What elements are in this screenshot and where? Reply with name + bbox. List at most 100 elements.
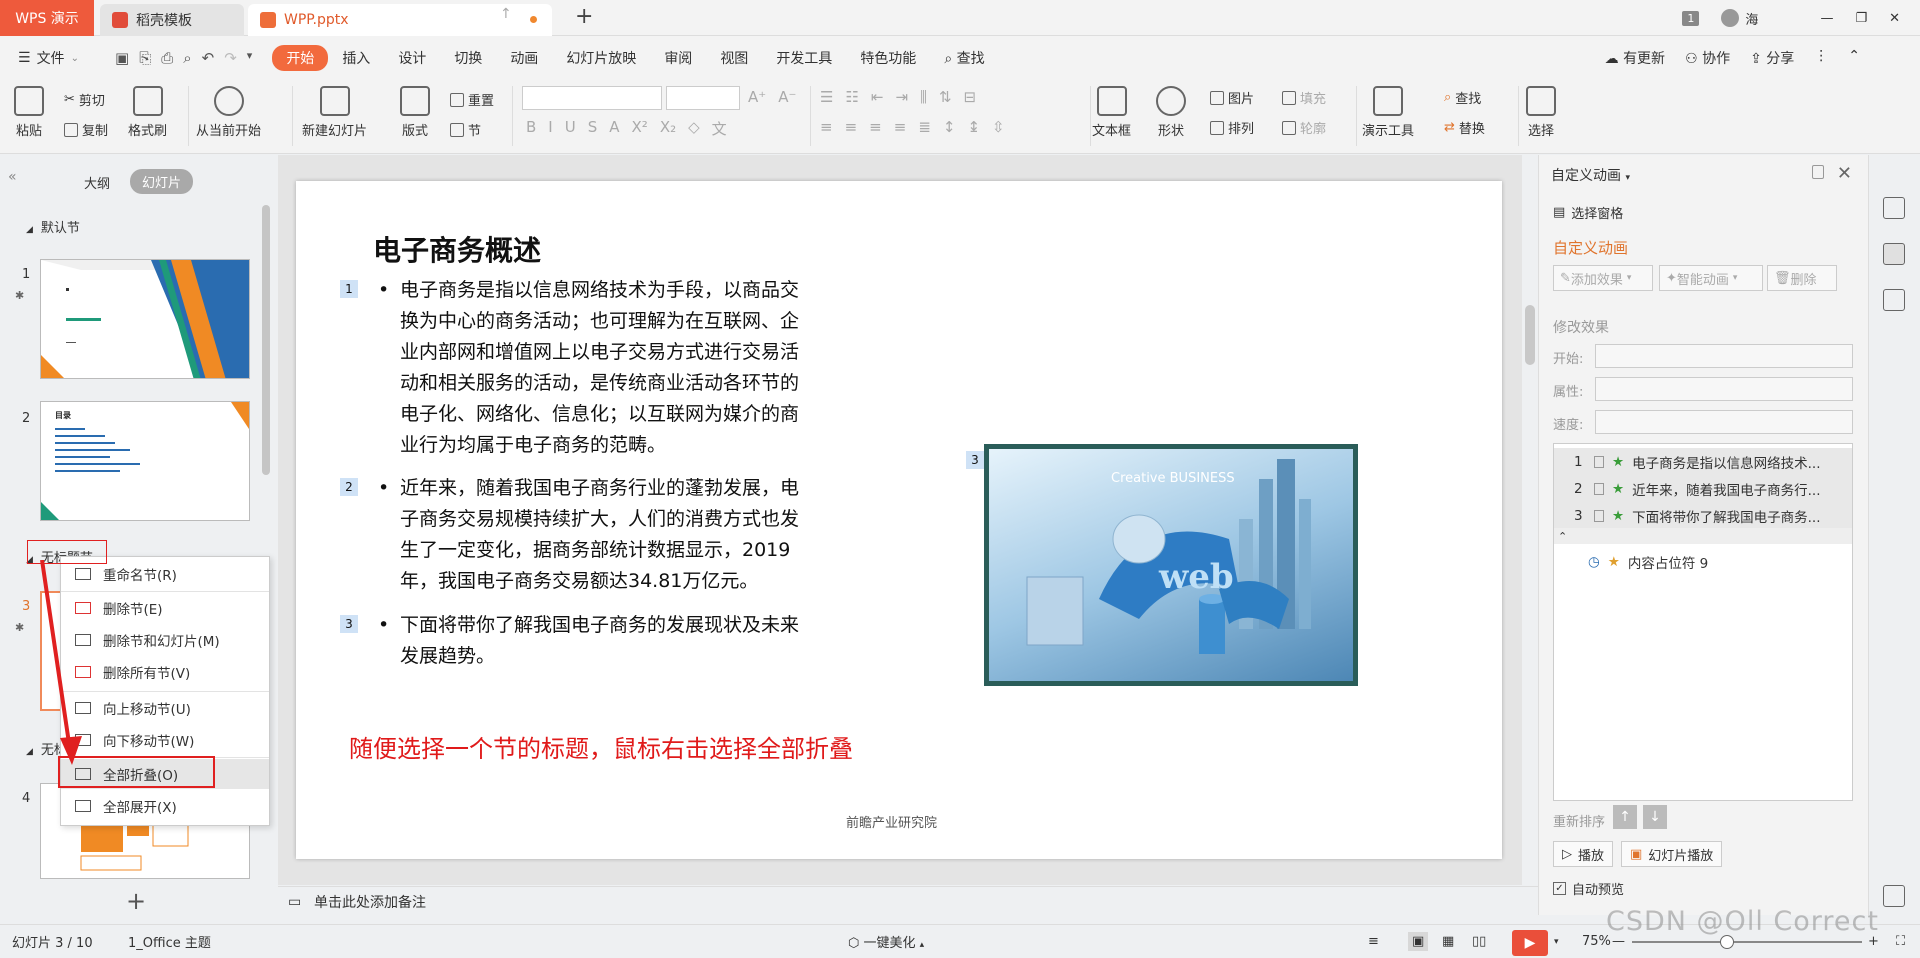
menu-item-expand-all[interactable]: 全部展开(X): [61, 791, 269, 821]
arrange-button[interactable]: 排列: [1210, 118, 1254, 137]
file-menu[interactable]: ☰ 文件 ⌄: [0, 48, 105, 68]
animation-tag[interactable]: 3: [340, 615, 358, 633]
canvas-scrollbar[interactable]: [1522, 155, 1538, 885]
line-spacing-icon[interactable]: ↕: [943, 118, 956, 136]
sorter-view-icon[interactable]: ▦: [1442, 934, 1454, 949]
more-icon[interactable]: ⋮: [1814, 48, 1828, 68]
tab-transition[interactable]: 切换: [440, 44, 496, 72]
save-icon[interactable]: ▣: [115, 49, 129, 67]
tab-design[interactable]: 设计: [384, 44, 440, 72]
user-name[interactable]: 海: [1745, 9, 1758, 28]
avatar[interactable]: [1721, 9, 1740, 27]
collaborate-button[interactable]: ⚇ 协作: [1685, 48, 1730, 68]
chevron-down-icon[interactable]: ▾: [1554, 937, 1559, 947]
tab-home[interactable]: 开始: [272, 45, 329, 71]
search-menu[interactable]: ⌕ 查找: [930, 44, 998, 72]
number-list-icon[interactable]: ☷: [845, 88, 858, 106]
transition-icon[interactable]: [1883, 289, 1905, 311]
bold-icon[interactable]: B: [526, 118, 536, 139]
update-button[interactable]: ☁ 有更新: [1605, 48, 1665, 68]
lock-icon[interactable]: [1812, 165, 1824, 179]
normal-view-icon[interactable]: ▣: [1408, 932, 1429, 951]
copy-button[interactable]: 复制: [64, 120, 108, 139]
find-button[interactable]: ⌕ 查找: [1444, 88, 1481, 107]
align-center-icon[interactable]: ≡: [845, 118, 858, 136]
textbox-button[interactable]: 文本框: [1092, 86, 1131, 139]
present-tools-button[interactable]: 演示工具: [1362, 86, 1414, 139]
property-select[interactable]: [1595, 377, 1853, 401]
close-icon[interactable]: ✕: [1837, 163, 1852, 184]
app-tab[interactable]: WPS 演示: [0, 0, 94, 36]
outdent-icon[interactable]: ⇤: [871, 88, 884, 106]
slide-thumbnail-2[interactable]: 目录: [40, 401, 250, 521]
add-slide-button[interactable]: +: [126, 887, 146, 915]
animation-tag[interactable]: 1: [340, 280, 358, 298]
replace-button[interactable]: ⇄ 替换: [1444, 118, 1485, 137]
para-spacing-icon[interactable]: ↨: [967, 118, 980, 136]
align-left-icon[interactable]: ≡: [820, 118, 833, 136]
slide-canvas[interactable]: 电子商务概述 1 • 电子商务是指以信息网络技术为手段，以商品交换为中心的商务活…: [296, 181, 1502, 859]
align-right-icon[interactable]: ≡: [869, 118, 882, 136]
notes-toggle-icon[interactable]: ≡: [1368, 934, 1379, 949]
theme-name[interactable]: 1_Office 主题: [128, 932, 211, 951]
tab-animation[interactable]: 动画: [496, 44, 552, 72]
font-size-select[interactable]: [666, 86, 740, 110]
slide-thumbnail-1[interactable]: [40, 259, 250, 379]
shrink-font-icon[interactable]: A⁻: [778, 88, 796, 106]
font-family-select[interactable]: [522, 86, 662, 110]
business-picture[interactable]: Creative BUSINESS web: [984, 444, 1358, 686]
tab-outline[interactable]: 大纲: [84, 173, 110, 192]
indent-icon[interactable]: ⇥: [895, 88, 908, 106]
format-painter-button[interactable]: 格式刷: [128, 86, 167, 139]
close-window-icon[interactable]: ✕: [1889, 11, 1900, 26]
strike-icon[interactable]: S: [588, 118, 598, 139]
start-select[interactable]: [1595, 344, 1853, 368]
shape-button[interactable]: 形状: [1156, 86, 1186, 139]
animation-list-item[interactable]: 3 ★ 下面将带你了解我国电子商务...: [1554, 502, 1852, 529]
menu-item-delete-all-sections[interactable]: 删除所有节(V): [61, 657, 269, 687]
notes-bar[interactable]: ▭ 单击此处添加备注: [278, 886, 1538, 916]
slideshow-play-button[interactable]: ▶: [1512, 930, 1548, 956]
zoom-slider[interactable]: [1632, 941, 1862, 943]
animation-list-item[interactable]: ◷ ★ 内容占位符 9: [1554, 548, 1852, 575]
menu-item-move-up[interactable]: 向上移动节(U): [61, 693, 269, 723]
menu-item-delete-section-slides[interactable]: 删除节和幻灯片(M): [61, 625, 269, 655]
undo-icon[interactable]: ↶: [202, 49, 215, 67]
selection-pane-link[interactable]: ▤ 选择窗格: [1553, 203, 1623, 222]
redo-icon[interactable]: ↷: [224, 49, 237, 67]
move-up-button[interactable]: ↑: [1613, 805, 1637, 829]
paste-button[interactable]: 粘贴: [14, 86, 44, 139]
section-button[interactable]: 节: [450, 120, 481, 139]
auto-preview-checkbox[interactable]: ✓ 自动预览: [1553, 879, 1624, 898]
settings-sliders-icon[interactable]: [1883, 197, 1905, 219]
collapse-row[interactable]: ⌃: [1554, 528, 1852, 544]
window-count-badge[interactable]: 1: [1682, 10, 1700, 26]
menu-item-delete-section[interactable]: 删除节(E): [61, 593, 269, 623]
speed-select[interactable]: [1595, 410, 1853, 434]
panel-title[interactable]: 自定义动画 ▾: [1551, 165, 1630, 185]
underline-icon[interactable]: U: [565, 118, 576, 139]
italic-icon[interactable]: I: [548, 118, 552, 139]
tab-slides[interactable]: 幻灯片: [130, 169, 194, 194]
tab-slideshow[interactable]: 幻灯片放映: [552, 44, 650, 72]
panel-scrollbar[interactable]: [262, 205, 270, 475]
font-color-icon[interactable]: A: [609, 118, 619, 139]
bullet-list-icon[interactable]: ☰: [820, 88, 833, 106]
minimize-icon[interactable]: —: [1820, 11, 1833, 26]
canvas-scroll-thumb[interactable]: [1525, 305, 1535, 365]
superscript-icon[interactable]: X²: [632, 118, 648, 139]
tab-view[interactable]: 视图: [706, 44, 762, 72]
print-icon[interactable]: ⎙: [161, 49, 173, 67]
restore-icon[interactable]: ❐: [1855, 11, 1867, 26]
upload-icon[interactable]: ↑: [500, 6, 512, 22]
grid-icon[interactable]: [1883, 885, 1905, 907]
play-button[interactable]: ▷ 播放: [1553, 841, 1614, 867]
fit-window-icon[interactable]: ⛶: [1896, 934, 1905, 949]
animation-list-item[interactable]: 1 ★ 电子商务是指以信息网络技术...: [1554, 448, 1852, 475]
reset-button[interactable]: 重置: [450, 90, 494, 109]
subscript-icon[interactable]: X₂: [660, 118, 676, 139]
animation-tag[interactable]: 3: [966, 451, 984, 469]
new-slide-button[interactable]: 新建幻灯片: [302, 86, 367, 139]
from-current-button[interactable]: 从当前开始: [196, 86, 261, 139]
smart-animation-button[interactable]: ✦ 智能动画 ▾: [1659, 265, 1763, 291]
